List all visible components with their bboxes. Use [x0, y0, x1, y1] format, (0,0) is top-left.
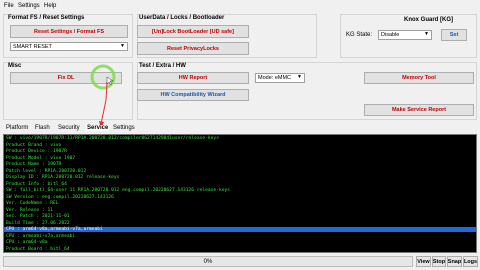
- tab-security[interactable]: Security: [58, 125, 80, 131]
- mode-select[interactable]: Mode: eMMC ▼: [255, 73, 305, 83]
- memory-tool-button[interactable]: Memory Tool: [364, 72, 474, 84]
- console-line: Sec. Patch : 2021-11-01: [6, 214, 70, 219]
- console-line: Product Info : bitl_64: [6, 181, 67, 187]
- tab-service[interactable]: Service: [86, 125, 110, 131]
- console-line: CPU : arm64-v8a,armeabi-v7a,armeabi: [4, 227, 476, 232]
- format-group-title: Format FS / Reset Settings: [8, 15, 85, 21]
- progress-bar: 0%: [3, 256, 413, 267]
- service-report-button[interactable]: Make Service Report: [364, 104, 474, 116]
- console-line: Ver. Release : 11: [6, 207, 54, 213]
- console-line: CPU : armeabi-v7a,armeabi: [6, 233, 76, 239]
- console-line: Product Name : 1907R: [6, 162, 62, 167]
- log-console[interactable]: SW : vivo/1907R/1907R:11/RP1A.200720.012…: [3, 134, 477, 253]
- menu-file[interactable]: File: [4, 3, 14, 9]
- reset-mode-value: SMART RESET: [13, 43, 52, 50]
- unlock-bootloader-button[interactable]: [Un]Lock BootLoader [UD safe]: [137, 25, 249, 38]
- test-group-title: Test / Extra / HW: [139, 63, 186, 69]
- snap-button[interactable]: Snap: [447, 256, 462, 267]
- tab-platform[interactable]: Platform: [6, 125, 28, 131]
- kg-state-value: Disable: [381, 32, 400, 38]
- reset-mode-select[interactable]: SMART RESET ▼: [10, 42, 128, 51]
- misc-group-title: Misc: [8, 63, 22, 69]
- reset-privacy-locks-button[interactable]: Reset PrivacyLocks: [137, 42, 249, 55]
- reset-settings-button[interactable]: Reset Settings / Format FS: [10, 25, 128, 38]
- console-line: Ver. CodeName : REL: [6, 201, 59, 206]
- chevron-down-icon: ▼: [424, 31, 429, 37]
- menu-settings[interactable]: Settings: [18, 3, 40, 9]
- knox-group-title: Knox Guard [KG]: [404, 17, 453, 23]
- console-line: SW Version : eng.compil.20220627.143126: [6, 194, 114, 200]
- console-line: SW : vivo/1907R/1907R:11/RP1A.200720.012…: [6, 136, 219, 141]
- console-line: SW : full_bitl_64-user 11 RP1A.200720.01…: [6, 188, 231, 193]
- menu-help[interactable]: Help: [44, 3, 56, 9]
- console-line: Patch level : RP1A.200720.012: [6, 168, 87, 174]
- userdata-group-title: UserData / Locks / Bootloader: [139, 15, 225, 21]
- console-line: Display ID : RP1A.200720.012 release-key…: [6, 175, 120, 180]
- console-line: Build Time : 27.06.2022: [6, 220, 70, 226]
- fix-dl-button[interactable]: Fix DL: [10, 72, 122, 84]
- chevron-down-icon: ▼: [297, 74, 302, 80]
- tab-settings[interactable]: Settings: [113, 125, 135, 131]
- progress-text: 0%: [203, 259, 213, 265]
- chevron-down-icon: ▼: [120, 43, 125, 49]
- logs-button[interactable]: Logs: [463, 256, 478, 267]
- stop-button[interactable]: Stop: [432, 256, 446, 267]
- kg-set-button[interactable]: Set: [441, 29, 467, 41]
- console-line: Product Model : vivo 1907: [6, 155, 76, 161]
- console-line: Product Brand : vivo: [6, 142, 62, 148]
- tab-flash[interactable]: Flash: [35, 125, 50, 131]
- misc-group: [3, 62, 133, 120]
- console-line: Product Board : bitl_64: [6, 246, 70, 252]
- mode-value: Mode: eMMC: [258, 75, 292, 81]
- hw-report-button[interactable]: HW Report: [137, 72, 249, 84]
- view-button[interactable]: View: [416, 256, 431, 267]
- console-line: Product Device : 1907R: [6, 149, 67, 154]
- console-line: CPU : arm64-v8a: [6, 240, 48, 245]
- kg-state-select[interactable]: Disable ▼: [378, 30, 432, 40]
- hw-compat-wizard-button[interactable]: HW Compatibility Wizard: [137, 89, 249, 101]
- kg-state-label: KG State:: [346, 32, 373, 38]
